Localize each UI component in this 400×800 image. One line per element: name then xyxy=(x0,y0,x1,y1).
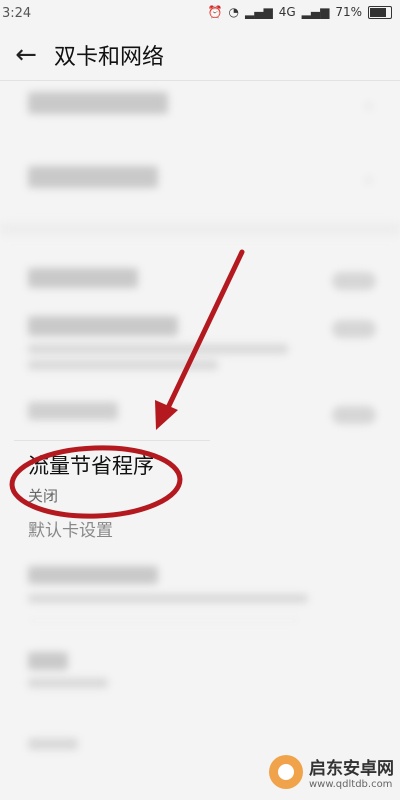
row-divider xyxy=(14,440,210,441)
mobile-data-row[interactable] xyxy=(28,268,380,290)
data-saver-status: 关闭 xyxy=(28,487,59,505)
volte-row[interactable] xyxy=(28,316,380,370)
bottom-row xyxy=(28,738,380,750)
toggle-switch[interactable] xyxy=(332,406,376,424)
row-divider xyxy=(28,620,300,621)
app-header: ← 双卡和网络 xyxy=(0,30,400,80)
call-row[interactable] xyxy=(28,652,380,688)
chevron-right-icon: › xyxy=(365,96,372,115)
wifi-icon: ◔ xyxy=(228,5,240,19)
status-bar: 3:24 ⏰ ◔ ▂▄▆ 4G ▂▄▆ 71% xyxy=(0,0,400,30)
back-arrow-icon[interactable]: ← xyxy=(8,37,44,73)
data-saver-item[interactable]: 流量节省程序 关闭 xyxy=(28,450,154,506)
watermark-name: 启东安卓网 xyxy=(309,759,394,779)
network-type: 4G xyxy=(278,5,296,19)
chevron-right-icon: › xyxy=(365,170,372,189)
battery-percent: 71% xyxy=(335,5,362,19)
sim-card-2-row[interactable]: › xyxy=(28,166,380,189)
watermark: 启东安卓网 www.qdltdb.com xyxy=(269,754,394,790)
battery-icon xyxy=(368,5,392,19)
signal-icon-2: ▂▄▆ xyxy=(301,5,330,19)
sim-card-1-row[interactable]: › xyxy=(28,92,380,115)
status-time: 3:24 xyxy=(2,6,32,21)
alarm-icon: ⏰ xyxy=(207,5,223,19)
signal-icon: ▂▄▆ xyxy=(245,5,273,19)
header-divider xyxy=(0,80,400,81)
watermark-logo-icon xyxy=(269,755,303,789)
section-gap xyxy=(0,222,400,236)
default-data-row[interactable] xyxy=(28,566,380,603)
data-saver-title: 流量节省程序 xyxy=(28,454,154,478)
toggle-switch[interactable] xyxy=(332,272,376,290)
toggle-switch[interactable] xyxy=(332,320,376,338)
page-title: 双卡和网络 xyxy=(54,45,165,70)
watermark-url: www.qdltdb.com xyxy=(309,779,393,790)
status-icons: ⏰ ◔ ▂▄▆ 4G ▂▄▆ 71% xyxy=(208,5,392,19)
default-card-section-label: 默认卡设置 xyxy=(28,521,113,541)
roaming-row[interactable] xyxy=(28,402,380,424)
